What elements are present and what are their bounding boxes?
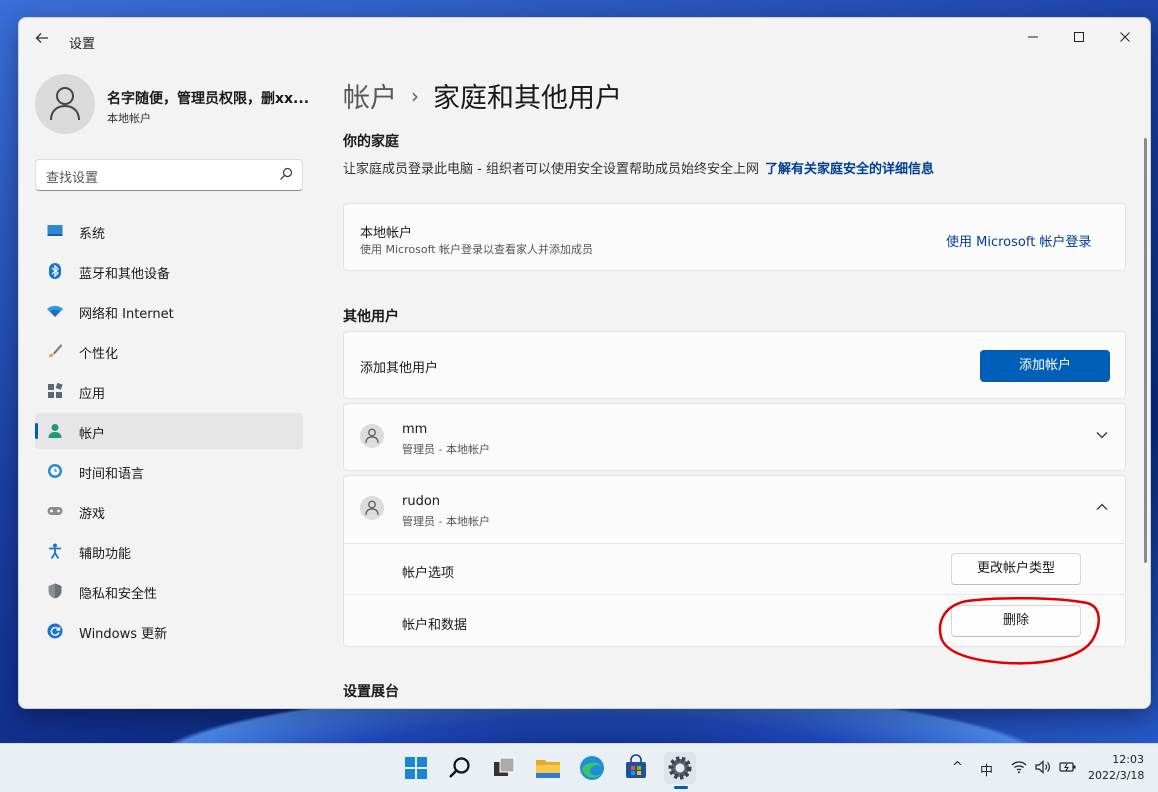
- minimize-button[interactable]: [1011, 24, 1055, 54]
- app-title: 设置: [69, 37, 96, 52]
- taskbar: ^ 中 12:03 2022/3/18: [0, 743, 1158, 792]
- microsoft-signin-link[interactable]: 使用 Microsoft 帐户登录: [946, 231, 1091, 250]
- apps-icon: [48, 383, 63, 398]
- person-icon: [50, 87, 80, 121]
- breadcrumb-separator: ›: [411, 84, 419, 108]
- sidebar-item-system[interactable]: 系统: [35, 213, 303, 249]
- title-bar: 设置: [19, 18, 1150, 62]
- task-view-icon[interactable]: [488, 752, 520, 784]
- sidebar-item-label: 蓝牙和其他设备: [79, 267, 171, 282]
- monitor-icon: [47, 225, 63, 236]
- clock-date[interactable]: 2022/3/18: [1088, 769, 1144, 782]
- update-icon: [47, 623, 63, 639]
- volume-icon[interactable]: [1035, 760, 1051, 774]
- user-name: mm: [402, 422, 428, 437]
- family-safety-link[interactable]: 了解有关家庭安全的详细信息: [765, 162, 934, 177]
- user-role: 管理员 - 本地帐户: [402, 515, 490, 528]
- sidebar-item-bluetooth[interactable]: 蓝牙和其他设备: [35, 253, 303, 289]
- family-heading: 你的家庭: [343, 134, 399, 150]
- local-account-title: 本地帐户: [360, 226, 413, 241]
- sidebar-item-network[interactable]: 网络和 Internet: [35, 293, 303, 329]
- other-users-heading: 其他用户: [343, 309, 399, 325]
- gamepad-icon: [47, 507, 63, 515]
- close-button[interactable]: [1103, 24, 1147, 54]
- globe-clock-icon: [48, 464, 62, 478]
- add-user-label: 添加其他用户: [360, 361, 439, 376]
- sidebar-item-apps[interactable]: 应用: [35, 373, 303, 409]
- sidebar-item-personalization[interactable]: 个性化: [35, 333, 303, 369]
- avatar: [360, 496, 384, 520]
- change-account-type-button[interactable]: 更改帐户类型: [951, 553, 1081, 585]
- person-icon: [365, 500, 379, 516]
- scrollbar[interactable]: [1144, 138, 1147, 563]
- sidebar-item-label: Windows 更新: [79, 627, 168, 642]
- page-title: 家庭和其他用户: [433, 83, 622, 114]
- sidebar-item-label: 游戏: [79, 507, 106, 522]
- user-row-mm[interactable]: mm 管理员 - 本地帐户: [343, 403, 1126, 471]
- settings-icon[interactable]: [664, 752, 696, 784]
- person-icon: [48, 424, 62, 438]
- sidebar-item-label: 应用: [79, 387, 106, 402]
- sidebar-item-privacy[interactable]: 隐私和安全性: [35, 573, 303, 609]
- battery-icon[interactable]: [1059, 760, 1077, 774]
- store-icon[interactable]: [620, 752, 652, 784]
- sidebar-item-label: 隐私和安全性: [79, 587, 158, 602]
- breadcrumb: 帐户 › 家庭和其他用户: [343, 76, 622, 115]
- profile-name: 名字随便，管理员权限，删xx...: [107, 91, 310, 107]
- bluetooth-icon: [49, 263, 61, 279]
- wifi-icon[interactable]: [1011, 760, 1027, 774]
- kiosk-heading: 设置展台: [343, 684, 399, 700]
- user-role: 管理员 - 本地帐户: [402, 443, 490, 456]
- settings-window: 设置 名字随便，管理员权限，删xx... 本地帐户 查找设置 系统 蓝牙和其他设…: [18, 17, 1151, 709]
- sidebar-item-accounts[interactable]: 帐户: [35, 413, 303, 449]
- local-account-subtitle: 使用 Microsoft 帐户登录以查看家人并添加成员: [360, 243, 594, 256]
- sidebar-item-gaming[interactable]: 游戏: [35, 493, 303, 529]
- search-icon: [280, 167, 293, 180]
- family-description: 让家庭成员登录此电脑 - 组织者可以使用安全设置帮助成员始终安全上网 了解有关家庭…: [343, 158, 934, 177]
- search-input[interactable]: 查找设置: [35, 159, 303, 191]
- sidebar-item-label: 帐户: [79, 427, 106, 442]
- sidebar-item-label: 系统: [79, 227, 106, 242]
- chevron-up-icon[interactable]: [1095, 500, 1109, 514]
- maximize-button[interactable]: [1057, 24, 1101, 54]
- clock-time[interactable]: 12:03: [1098, 753, 1144, 766]
- red-circle-annotation: [938, 596, 1100, 665]
- active-app-indicator: [674, 786, 688, 789]
- user-name: rudon: [402, 494, 441, 509]
- chevron-down-icon[interactable]: [1095, 428, 1109, 442]
- sidebar-item-time-language[interactable]: 时间和语言: [35, 453, 303, 489]
- sidebar-item-windows-update[interactable]: Windows 更新: [35, 613, 303, 649]
- sidebar-item-label: 时间和语言: [79, 467, 145, 482]
- tray-chevron-icon[interactable]: ^: [952, 760, 963, 775]
- file-explorer-icon[interactable]: [532, 752, 564, 784]
- sidebar-item-label: 网络和 Internet: [79, 307, 174, 322]
- accessibility-icon: [49, 543, 61, 559]
- local-account-card: 本地帐户 使用 Microsoft 帐户登录以查看家人并添加成员 使用 Micr…: [343, 203, 1126, 271]
- search-icon[interactable]: [444, 752, 476, 784]
- sidebar-nav: 系统 蓝牙和其他设备 网络和 Internet 个性化 应用 帐户 时间和语言: [35, 213, 303, 653]
- sidebar-item-label: 辅助功能: [79, 547, 132, 562]
- breadcrumb-parent[interactable]: 帐户: [343, 83, 397, 114]
- divider: [344, 543, 1125, 544]
- add-account-button[interactable]: 添加帐户: [980, 350, 1110, 382]
- sidebar-item-accessibility[interactable]: 辅助功能: [35, 533, 303, 569]
- wifi-icon: [47, 306, 63, 317]
- shield-icon: [48, 583, 62, 599]
- brush-icon: [49, 344, 62, 358]
- ime-indicator[interactable]: 中: [980, 760, 993, 779]
- family-description-text: 让家庭成员登录此电脑 - 组织者可以使用安全设置帮助成员始终安全上网: [343, 162, 759, 177]
- add-user-card: 添加其他用户 添加帐户: [343, 331, 1126, 399]
- avatar: [35, 74, 95, 134]
- edge-icon[interactable]: [576, 752, 608, 784]
- account-options-label: 帐户选项: [402, 566, 455, 581]
- profile-account-type: 本地帐户: [107, 112, 151, 125]
- user-profile[interactable]: 名字随便，管理员权限，删xx... 本地帐户: [35, 74, 325, 138]
- start-icon[interactable]: [400, 752, 432, 784]
- avatar: [360, 424, 384, 448]
- account-data-label: 帐户和数据: [402, 618, 468, 633]
- search-placeholder: 查找设置: [46, 171, 99, 186]
- person-icon: [365, 428, 379, 444]
- back-arrow-icon[interactable]: [31, 30, 53, 52]
- sidebar-item-label: 个性化: [79, 347, 119, 362]
